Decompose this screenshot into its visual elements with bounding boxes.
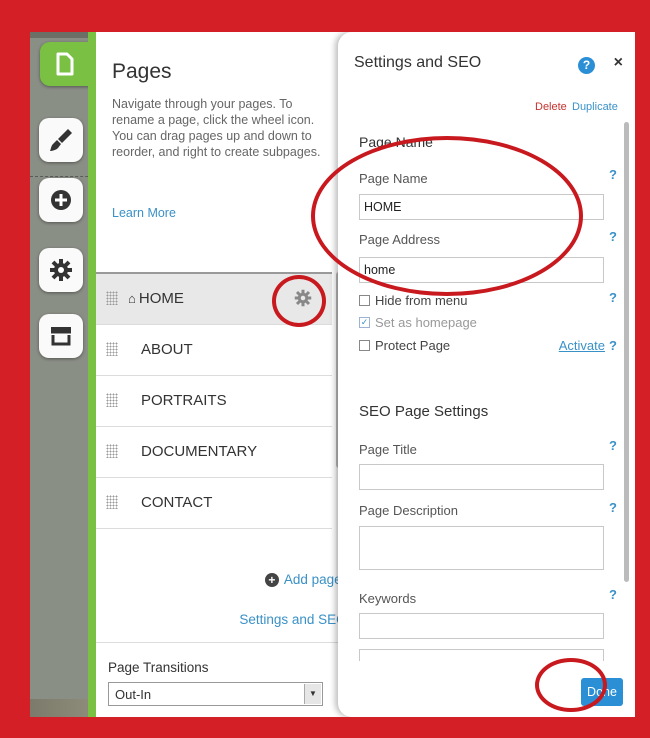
activate-link[interactable]: Activate xyxy=(559,338,605,353)
page-item-label: PORTRAITS xyxy=(141,392,227,409)
page-item-contact[interactable]: CONTACT xyxy=(96,477,332,529)
add-page-label: Add page xyxy=(283,572,342,587)
annotation-oval-gear xyxy=(272,275,326,327)
divider xyxy=(96,642,375,643)
editor-screenshot: Pages × Navigate through your pages. To … xyxy=(30,32,635,717)
page-item-label: DOCUMENTARY xyxy=(141,443,258,460)
pages-icon xyxy=(56,52,74,76)
page-transitions-select[interactable]: Out-In ▼ xyxy=(108,682,323,706)
duplicate-link[interactable]: Duplicate xyxy=(572,101,618,113)
help-question-icon[interactable]: ? xyxy=(609,290,617,305)
help-question-icon[interactable]: ? xyxy=(609,587,617,602)
help-question-icon[interactable]: ? xyxy=(609,338,617,353)
set-as-homepage-option: ✓ Set as homepage xyxy=(359,315,477,330)
page-item-label: CONTACT xyxy=(141,494,213,511)
page-item-about[interactable]: ABOUT xyxy=(96,324,332,375)
page-title-label: Page Title xyxy=(359,442,417,457)
close-settings-button[interactable]: × xyxy=(614,54,623,72)
drag-handle-icon[interactable] xyxy=(106,291,118,305)
settings-panel-title: Settings and SEO xyxy=(354,54,482,71)
settings-button[interactable] xyxy=(39,248,83,292)
protect-page-option[interactable]: Protect Page xyxy=(359,338,450,353)
set-as-homepage-checkbox: ✓ xyxy=(359,317,370,328)
set-as-homepage-label: Set as homepage xyxy=(375,315,477,330)
page-title-input[interactable] xyxy=(359,464,604,490)
annotation-oval-done xyxy=(535,658,607,712)
add-button[interactable] xyxy=(39,178,83,222)
page-item-label: HOME xyxy=(138,290,184,307)
delete-link[interactable]: Delete xyxy=(535,101,567,113)
keywords-label: Keywords xyxy=(359,591,417,606)
store-icon xyxy=(51,327,71,346)
hide-from-menu-checkbox[interactable] xyxy=(359,295,370,306)
pages-button[interactable] xyxy=(40,42,90,86)
home-icon: ⌂ xyxy=(128,291,136,306)
plus-circle-icon: + xyxy=(264,572,279,587)
page-description-textarea[interactable] xyxy=(359,526,604,570)
help-question-icon[interactable]: ? xyxy=(609,438,617,453)
protect-page-checkbox[interactable] xyxy=(359,340,370,351)
keywords-input[interactable] xyxy=(359,613,604,639)
help-question-icon[interactable]: ? xyxy=(609,229,617,244)
help-icon[interactable]: ? xyxy=(578,57,595,74)
help-question-icon[interactable]: ? xyxy=(609,167,617,182)
help-question-icon[interactable]: ? xyxy=(609,500,617,515)
settings-scrollbar[interactable] xyxy=(624,122,629,582)
seo-section-heading: SEO Page Settings xyxy=(359,403,489,420)
settings-seo-label: Settings and SEO xyxy=(239,612,347,627)
dropdown-arrow-icon[interactable]: ▼ xyxy=(304,684,321,704)
design-icon xyxy=(50,129,72,151)
annotation-oval-page-name xyxy=(311,136,583,296)
page-item-portraits[interactable]: PORTRAITS xyxy=(96,375,332,426)
drag-handle-icon[interactable] xyxy=(106,495,118,509)
page-transitions-label: Page Transitions xyxy=(108,660,209,675)
learn-more-link[interactable]: Learn More xyxy=(112,206,176,220)
pages-panel: Pages × Navigate through your pages. To … xyxy=(88,32,375,717)
settings-seo-panel: Settings and SEO ? × Delete Duplicate Pa… xyxy=(338,32,635,717)
drag-handle-icon[interactable] xyxy=(106,342,118,356)
editor-sidebar xyxy=(36,32,90,392)
protect-page-label: Protect Page xyxy=(375,338,451,353)
design-button[interactable] xyxy=(39,118,83,162)
pages-panel-title: Pages xyxy=(112,60,172,83)
drag-handle-icon[interactable] xyxy=(106,393,118,407)
select-value: Out-In xyxy=(115,687,152,702)
page-item-label: ABOUT xyxy=(141,341,193,358)
settings-gear-icon xyxy=(50,259,72,281)
add-icon xyxy=(51,190,71,210)
page-item-documentary[interactable]: DOCUMENTARY xyxy=(96,426,332,477)
drag-handle-icon[interactable] xyxy=(106,444,118,458)
page-description-label: Page Description xyxy=(359,503,458,518)
store-button[interactable] xyxy=(39,314,83,358)
pages-description: Navigate through your pages. To rename a… xyxy=(112,97,321,159)
